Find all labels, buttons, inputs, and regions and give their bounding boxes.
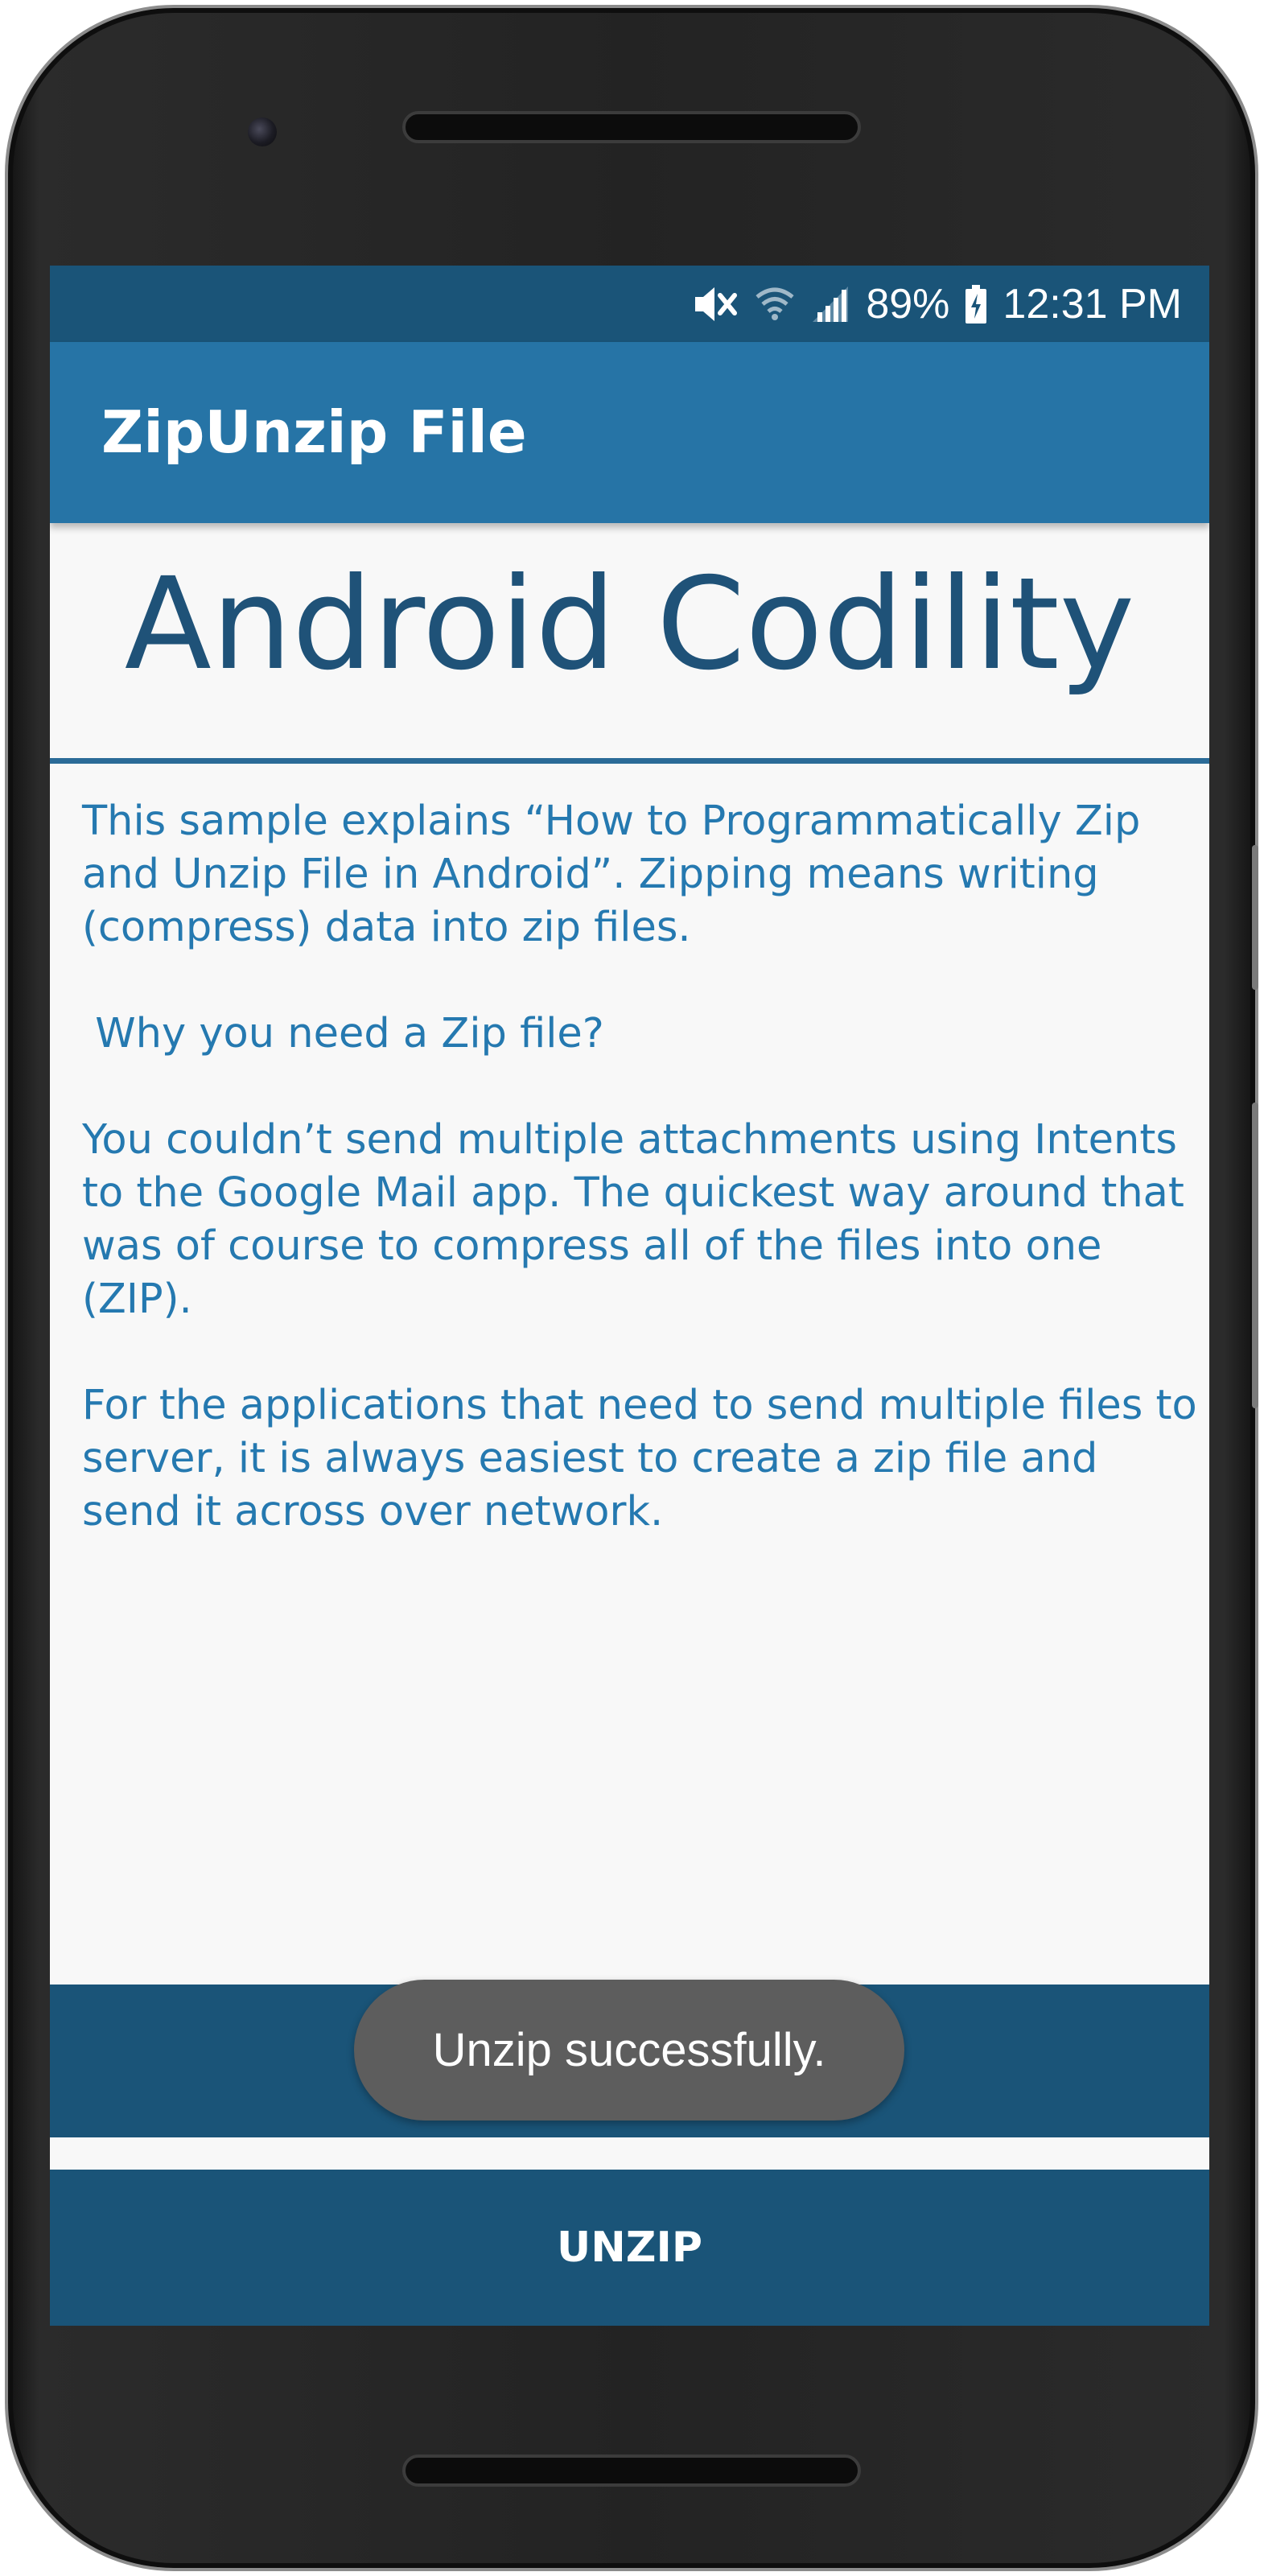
volume-button [1252, 845, 1258, 990]
front-camera [248, 117, 277, 146]
clock: 12:31 PM [1003, 280, 1182, 328]
paragraph: You couldn’t send multiple attachments u… [82, 1116, 1184, 1323]
app-title: ZipUnzip File [101, 398, 527, 466]
bottom-speaker [402, 2454, 861, 2487]
headline: Android Codility [124, 550, 1135, 699]
battery-percent: 89% [866, 280, 950, 328]
signal-icon [809, 283, 851, 325]
paragraph: Why you need a Zip file? [82, 1010, 604, 1057]
divider [50, 758, 1209, 764]
mute-icon [692, 283, 740, 325]
toast-message: Unzip successfully. [354, 1980, 904, 2121]
top-speaker [402, 111, 861, 143]
paragraph: For the applications that need to send m… [82, 1382, 1197, 1535]
power-button [1252, 1103, 1258, 1408]
app-bar: ZipUnzip File [50, 342, 1209, 523]
unzip-button[interactable]: UNZIP [50, 2170, 1209, 2326]
description: This sample explains “How to Programmati… [82, 795, 1200, 1592]
battery-charging-icon [964, 283, 988, 325]
status-bar: 89% 12:31 PM [50, 266, 1209, 342]
paragraph: This sample explains “How to Programmati… [82, 798, 1141, 951]
wifi-icon [755, 283, 795, 325]
screen: 89% 12:31 PM ZipUnzip File Android Codil… [50, 266, 1209, 2326]
